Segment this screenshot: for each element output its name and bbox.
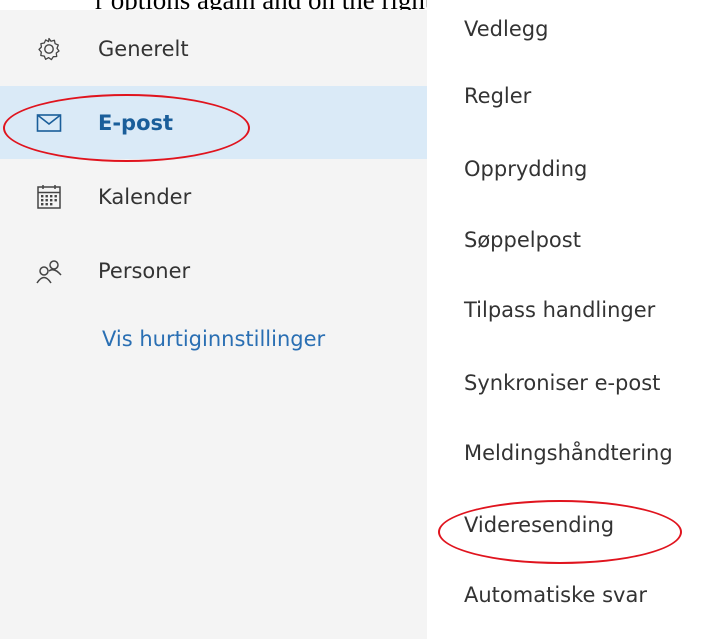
mail-settings-menu: Vedlegg Regler Opprydding Søppelpost Til…: [427, 0, 717, 639]
menu-item-opprydding[interactable]: Opprydding: [464, 157, 587, 181]
gear-icon: [33, 33, 65, 65]
nav-item-personer[interactable]: Personer: [0, 234, 427, 307]
nav-item-label: E-post: [98, 110, 174, 135]
menu-item-tilpass-handlinger[interactable]: Tilpass handlinger: [464, 298, 655, 322]
quick-settings-link[interactable]: Vis hurtiginnstillinger: [102, 327, 325, 351]
nav-item-e-post[interactable]: E-post: [0, 86, 427, 159]
nav-item-label: Kalender: [98, 184, 192, 209]
nav-item-label: Personer: [98, 258, 191, 283]
menu-item-soppelpost[interactable]: Søppelpost: [464, 228, 581, 252]
menu-item-videresending[interactable]: Videresending: [464, 513, 614, 537]
menu-item-synkroniser-epost[interactable]: Synkroniser e-post: [464, 371, 660, 395]
nav-item-generelt[interactable]: Generelt: [0, 12, 427, 85]
calendar-icon: [33, 181, 65, 213]
mail-icon: [33, 107, 65, 139]
nav-item-label: Generelt: [98, 36, 189, 61]
menu-item-meldingshandtering[interactable]: Meldingshåndtering: [464, 441, 673, 465]
nav-item-kalender[interactable]: Kalender: [0, 160, 427, 233]
menu-item-vedlegg[interactable]: Vedlegg: [464, 17, 548, 41]
menu-item-regler[interactable]: Regler: [464, 84, 531, 108]
menu-item-automatiske-svar[interactable]: Automatiske svar: [464, 583, 647, 607]
people-icon: [33, 255, 65, 287]
settings-nav: Generelt E-post Kalender Personer Vis hu…: [0, 10, 427, 639]
